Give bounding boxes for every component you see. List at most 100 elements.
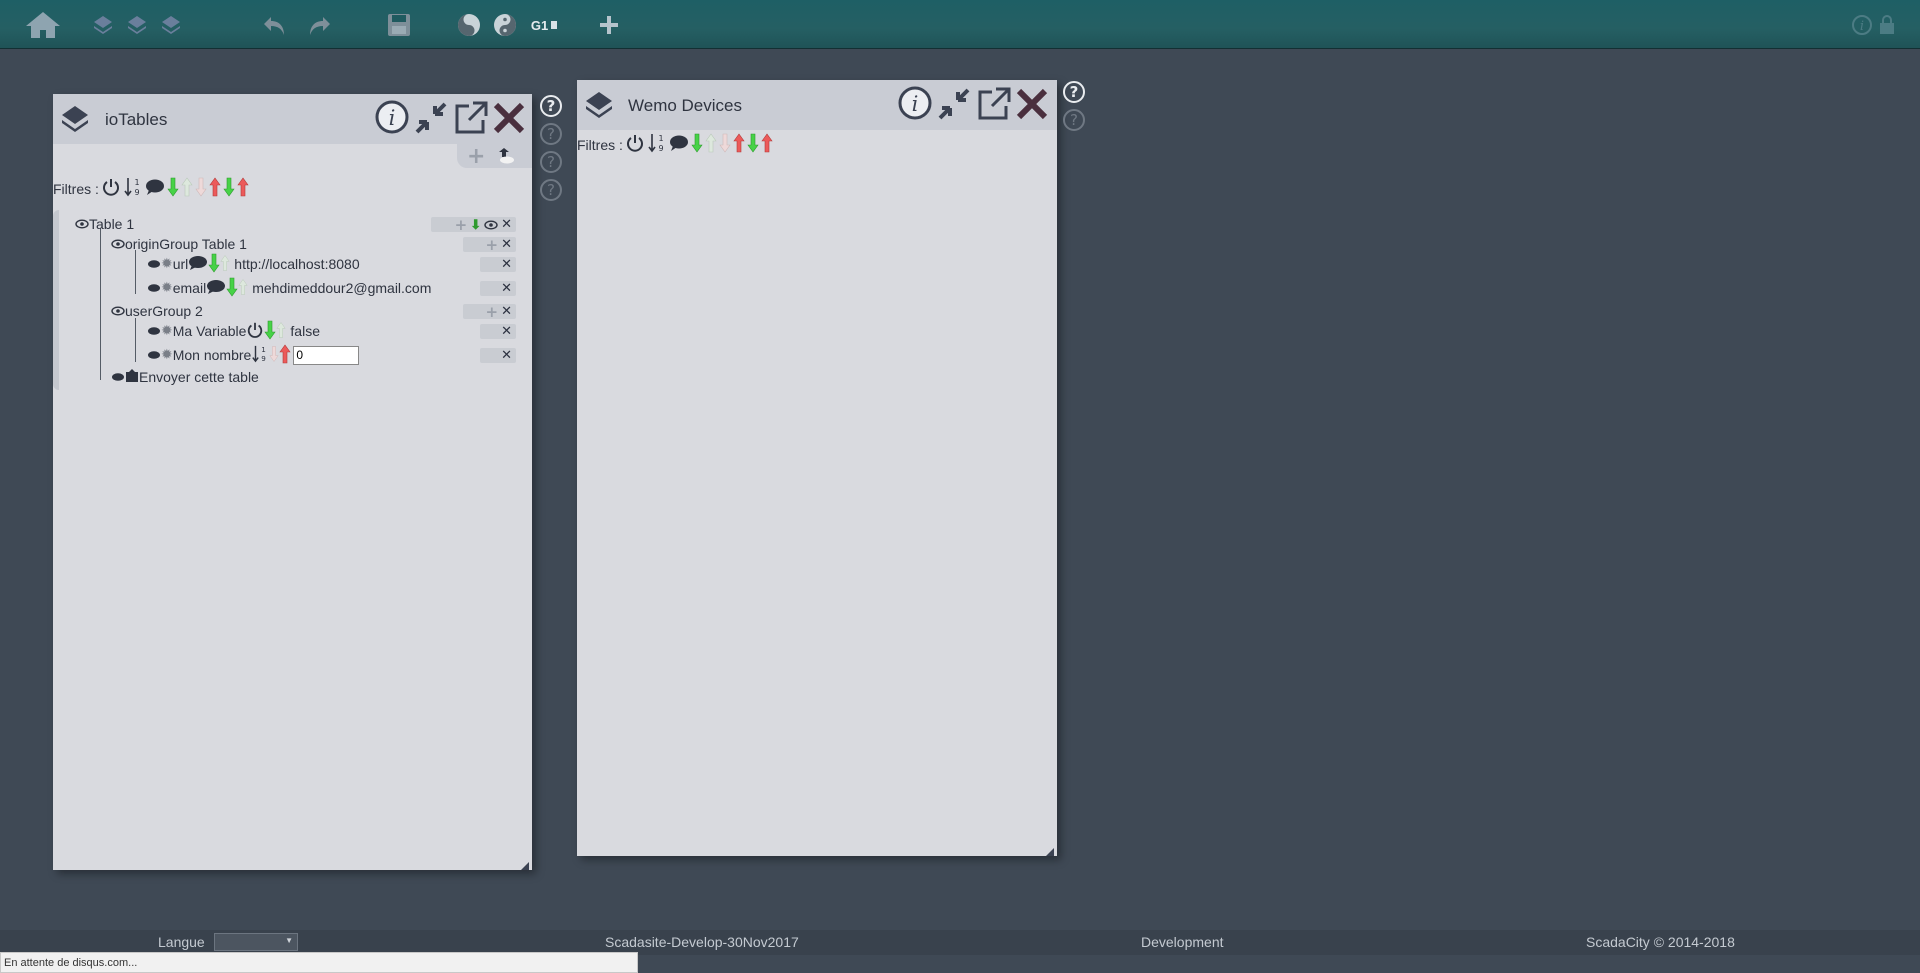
variable-label: Ma Variable <box>172 323 247 339</box>
tree-node-variable[interactable]: ✹ Ma Variable false <box>147 320 320 343</box>
add-icon[interactable]: + <box>455 216 468 234</box>
eye-icon[interactable] <box>147 280 161 296</box>
delete-icon[interactable]: ✕ <box>501 281 512 296</box>
comment-icon[interactable] <box>188 255 208 274</box>
minimize-icon[interactable] <box>936 86 972 127</box>
power-icon[interactable] <box>101 177 121 200</box>
gear-icon[interactable]: ✹ <box>161 323 173 339</box>
arrow-down-green-icon[interactable] <box>208 253 220 276</box>
download-icon[interactable]: ⬇ <box>470 217 481 233</box>
eye-icon[interactable] <box>111 303 125 319</box>
arrow-down-green-icon[interactable] <box>264 320 276 343</box>
arrow-down-green-icon[interactable] <box>691 133 703 156</box>
arrow-up-red-icon[interactable] <box>761 133 773 156</box>
arrow-up-faded-icon[interactable] <box>220 253 230 276</box>
delete-icon[interactable]: ✕ <box>501 257 512 272</box>
tree-node-variable[interactable]: ✹ Mon nombre 19 <box>147 343 360 368</box>
add-icon[interactable]: + <box>486 236 499 254</box>
group-selector[interactable]: G1 <box>526 8 562 42</box>
panel-title: ioTables <box>105 110 168 129</box>
popout-icon[interactable] <box>453 100 489 141</box>
power-icon[interactable] <box>625 133 645 156</box>
lock-icon[interactable] <box>1876 8 1898 42</box>
eye-icon[interactable] <box>147 256 161 272</box>
home-icon[interactable] <box>22 8 64 42</box>
yin-yang-icon[interactable] <box>456 8 482 42</box>
minimize-icon[interactable] <box>413 100 449 141</box>
resize-grip-icon[interactable] <box>520 858 530 870</box>
arrow-up-red-icon[interactable] <box>237 177 249 200</box>
tree-node-group[interactable]: originGroup Table 1 <box>111 234 247 254</box>
language-select[interactable] <box>214 933 298 951</box>
gear-icon[interactable]: ✹ <box>161 347 173 363</box>
help-icon[interactable]: ? <box>540 151 562 173</box>
add-icon[interactable] <box>596 8 622 42</box>
arrow-up-faded-icon[interactable] <box>181 177 193 200</box>
delete-icon[interactable]: ✕ <box>501 324 512 339</box>
add-icon[interactable]: + <box>486 303 499 321</box>
tree-node-variable[interactable]: ✹ url http://localhost:8080 <box>147 253 360 276</box>
power-icon[interactable] <box>246 321 264 342</box>
comment-icon[interactable] <box>669 134 689 155</box>
gear-icon[interactable]: ✹ <box>161 280 173 296</box>
tree-node-variable[interactable]: ✹ email mehdimeddour2@gmail.com <box>147 277 431 300</box>
arrow-up-red-icon[interactable] <box>209 177 221 200</box>
layers-icon[interactable] <box>124 8 150 42</box>
gear-icon[interactable]: ✹ <box>161 256 173 272</box>
help-icon[interactable]: ? <box>1063 81 1085 103</box>
add-icon[interactable]: + <box>467 144 485 169</box>
delete-icon[interactable]: ✕ <box>501 348 512 363</box>
arrow-down-green-icon[interactable] <box>223 177 235 200</box>
eye-icon[interactable] <box>147 347 161 363</box>
comment-icon[interactable] <box>206 279 226 298</box>
undo-icon[interactable] <box>260 8 290 42</box>
send-icon[interactable] <box>125 368 139 386</box>
eye-icon[interactable] <box>75 216 89 232</box>
filters-bar: Filtres : 19 <box>53 176 249 201</box>
redo-icon[interactable] <box>304 8 334 42</box>
arrow-down-faded-icon[interactable] <box>719 133 731 156</box>
variable-value: false <box>290 323 320 339</box>
close-icon[interactable] <box>491 100 527 141</box>
delete-icon[interactable]: ✕ <box>501 237 512 252</box>
help-icon[interactable]: ? <box>540 123 562 145</box>
help-icon[interactable]: ? <box>540 179 562 201</box>
save-icon[interactable] <box>384 8 414 42</box>
arrow-down-green-icon[interactable] <box>747 133 759 156</box>
comment-icon[interactable] <box>145 178 165 199</box>
arrow-up-faded-icon[interactable] <box>705 133 717 156</box>
arrow-down-faded-icon[interactable] <box>195 177 207 200</box>
arrow-up-red-icon[interactable] <box>733 133 745 156</box>
sort-numeric-icon[interactable]: 19 <box>647 132 667 157</box>
popout-icon[interactable] <box>976 86 1012 127</box>
sort-numeric-icon[interactable]: 19 <box>251 343 269 368</box>
help-icon[interactable]: ? <box>540 95 562 117</box>
resize-grip-icon[interactable] <box>1045 844 1055 856</box>
arrow-up-faded-icon[interactable] <box>276 320 287 343</box>
layers-icon[interactable] <box>90 8 116 42</box>
yin-yang-icon[interactable] <box>492 8 518 42</box>
close-icon[interactable] <box>1014 86 1050 127</box>
eye-icon[interactable] <box>484 217 498 233</box>
info-icon[interactable]: i <box>375 100 409 139</box>
info-icon[interactable]: i <box>1850 8 1874 42</box>
help-icon[interactable]: ? <box>1063 109 1085 131</box>
eye-icon[interactable] <box>111 236 125 252</box>
layers-icon[interactable] <box>158 8 184 42</box>
eye-icon[interactable] <box>147 323 161 339</box>
number-input[interactable] <box>293 345 360 365</box>
arrow-down-faded-icon[interactable] <box>269 344 279 367</box>
send-table-node[interactable]: Envoyer cette table <box>111 367 259 387</box>
sort-numeric-icon[interactable]: 19 <box>123 176 143 201</box>
delete-icon[interactable]: ✕ <box>501 217 512 232</box>
upload-icon[interactable] <box>495 148 515 169</box>
arrow-down-green-icon[interactable] <box>226 277 238 300</box>
tree-node-table[interactable]: Table 1 <box>75 214 134 234</box>
tree-node-group[interactable]: userGroup 2 <box>111 301 203 321</box>
arrow-down-green-icon[interactable] <box>167 177 179 200</box>
eye-icon[interactable] <box>111 369 125 385</box>
info-icon[interactable]: i <box>898 86 932 125</box>
arrow-up-faded-icon[interactable] <box>238 277 248 300</box>
delete-icon[interactable]: ✕ <box>501 304 512 319</box>
arrow-up-red-icon[interactable] <box>279 343 291 367</box>
